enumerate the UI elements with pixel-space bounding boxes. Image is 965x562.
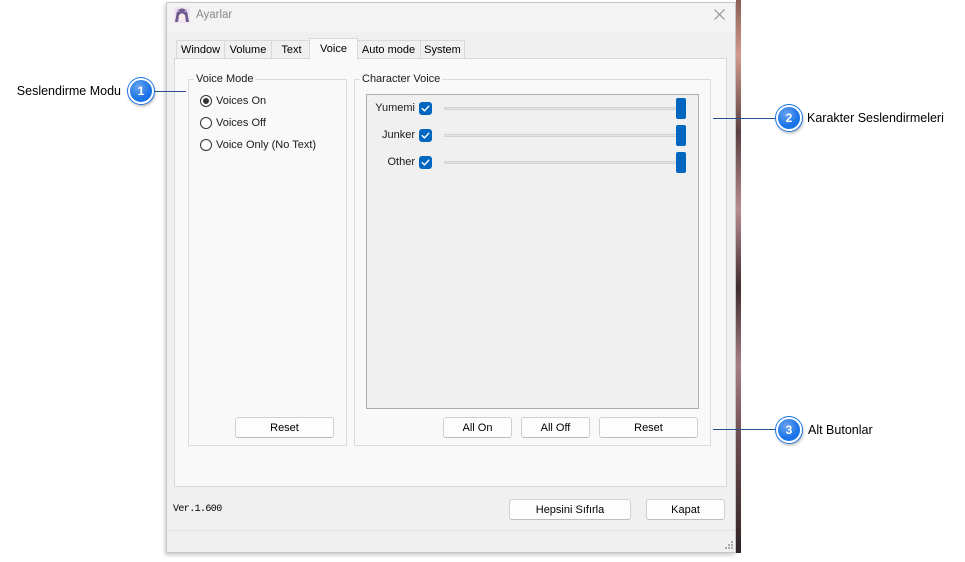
settings-window: Ayarlar Window Volume Text Voice Auto mo…	[166, 2, 736, 553]
callout-marker-1: 1	[128, 78, 154, 104]
radio-voices-on[interactable]: Voices On	[200, 94, 266, 108]
window-title: Ayarlar	[196, 9, 233, 21]
voice-mode-group: Voice Mode Voices On Voices Off Voice On…	[188, 72, 347, 446]
character-volume-slider[interactable]	[444, 98, 686, 119]
checkmark-icon	[421, 105, 430, 112]
character-row-other: Other	[367, 149, 698, 176]
radio-label[interactable]: Voices Off	[216, 116, 266, 130]
character-volume-slider[interactable]	[444, 152, 686, 173]
checkmark-icon	[421, 159, 430, 166]
tab-voice[interactable]: Voice	[309, 38, 358, 59]
tab-system[interactable]: System	[420, 40, 465, 58]
character-enabled-checkbox[interactable]	[419, 156, 432, 169]
callout-label-2: Karakter Seslendirmeleri	[807, 111, 944, 125]
radio-label[interactable]: Voices On	[216, 94, 266, 108]
close-icon	[714, 9, 725, 20]
slider-thumb[interactable]	[676, 125, 686, 146]
resize-grip-icon[interactable]	[723, 539, 733, 549]
radio-dot	[203, 98, 209, 104]
voice-mode-reset-button[interactable]: Reset	[235, 417, 334, 438]
tab-window[interactable]: Window	[176, 40, 225, 58]
character-enabled-checkbox[interactable]	[419, 102, 432, 115]
version-label: Ver.1.600	[173, 504, 222, 515]
callout-marker-2: 2	[776, 105, 802, 131]
slider-track	[444, 161, 686, 164]
tab-volume[interactable]: Volume	[224, 40, 272, 58]
callout-label-1: Seslendirme Modu	[16, 84, 121, 98]
slider-thumb[interactable]	[676, 98, 686, 119]
radio-button[interactable]	[200, 95, 212, 107]
voice-mode-title: Voice Mode	[194, 72, 256, 86]
character-voice-title: Character Voice	[360, 72, 443, 86]
slider-track	[444, 107, 686, 110]
all-off-button[interactable]: All Off	[521, 417, 590, 438]
callout-marker-3: 3	[776, 417, 802, 443]
character-volume-slider[interactable]	[444, 125, 686, 146]
character-name-label[interactable]: Other	[367, 155, 415, 169]
tab-auto-mode[interactable]: Auto mode	[356, 40, 421, 58]
callout-line-3	[713, 429, 776, 430]
character-row-junker: Junker	[367, 122, 698, 149]
character-name-label[interactable]: Yumemi	[367, 101, 415, 115]
callout-line-1	[154, 91, 186, 92]
slider-thumb[interactable]	[676, 152, 686, 173]
character-name-label[interactable]: Junker	[367, 128, 415, 142]
app-icon	[174, 7, 190, 23]
status-bar-divider	[167, 530, 735, 531]
character-list-panel: Yumemi Junker Other	[366, 94, 699, 409]
character-row-yumemi: Yumemi	[367, 95, 698, 122]
reset-all-button[interactable]: Hepsini Sıfırla	[509, 499, 631, 520]
character-voice-reset-button[interactable]: Reset	[599, 417, 698, 438]
radio-voices-off[interactable]: Voices Off	[200, 116, 266, 130]
close-window-button[interactable]	[699, 3, 735, 31]
callout-label-3: Alt Butonlar	[808, 423, 873, 437]
character-voice-group: Character Voice Yumemi Junker Other All …	[354, 72, 711, 446]
radio-label[interactable]: Voice Only (No Text)	[216, 138, 316, 152]
checkmark-icon	[421, 132, 430, 139]
character-enabled-checkbox[interactable]	[419, 129, 432, 142]
desktop-background-strip	[736, 0, 741, 553]
radio-voice-only[interactable]: Voice Only (No Text)	[200, 138, 316, 152]
callout-line-2	[713, 118, 776, 119]
radio-button[interactable]	[200, 117, 212, 129]
radio-button[interactable]	[200, 139, 212, 151]
slider-track	[444, 134, 686, 137]
all-on-button[interactable]: All On	[443, 417, 512, 438]
screenshot-canvas: Ayarlar Window Volume Text Voice Auto mo…	[0, 0, 965, 562]
tab-text[interactable]: Text	[271, 40, 312, 58]
close-button[interactable]: Kapat	[646, 499, 725, 520]
title-bar[interactable]: Ayarlar	[167, 3, 735, 32]
